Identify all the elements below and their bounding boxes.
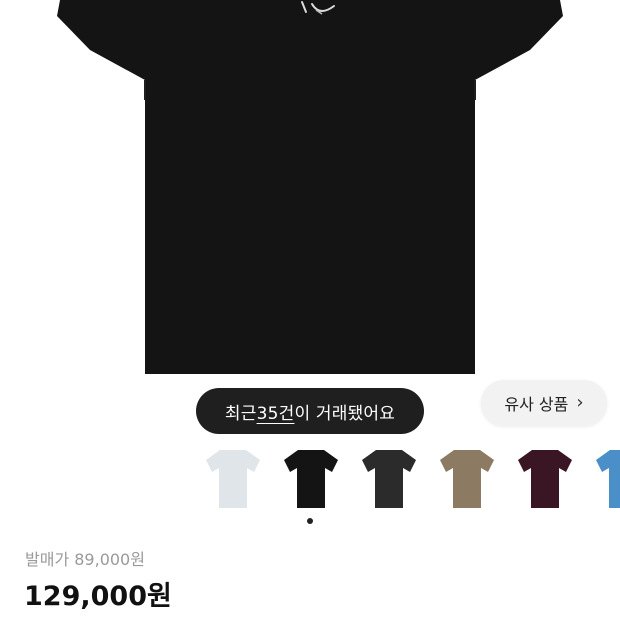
tshirt-icon [362,450,416,508]
recent-trades-count: 35건 [256,403,295,424]
product-page: 최근 35건 이 거래됐어요 유사 상품 › 발매가 89,000원 129,0… [0,0,620,620]
black-tshirt-icon [57,0,563,374]
thumbnail-khaki[interactable] [434,440,500,516]
carousel-indicator-dot [307,518,313,524]
thumbnail-white[interactable] [200,440,266,516]
similar-products-button[interactable]: 유사 상품 › [481,380,607,426]
recent-trades-prefix: 최근 [224,403,257,424]
similar-products-label: 유사 상품 [504,395,569,414]
tshirt-icon [440,450,494,508]
tshirt-icon [596,450,620,508]
tshirt-icon [284,450,338,508]
chevron-right-icon: › [576,392,584,413]
thumbnail-blue[interactable] [590,440,620,516]
thumbnail-charcoal[interactable] [356,440,422,516]
product-image[interactable] [0,0,620,380]
tshirt-icon [518,450,572,508]
recent-trades-badge: 최근 35건 이 거래됐어요 [196,388,424,434]
recent-trades-suffix: 이 거래됐어요 [294,403,396,424]
thumbnail-burgundy[interactable] [512,440,578,516]
release-price: 발매가 89,000원 [25,550,145,569]
color-variant-thumbnails [200,440,620,520]
tshirt-icon [206,450,260,508]
thumbnail-black[interactable] [278,440,344,516]
current-price: 129,000원 [24,581,172,612]
